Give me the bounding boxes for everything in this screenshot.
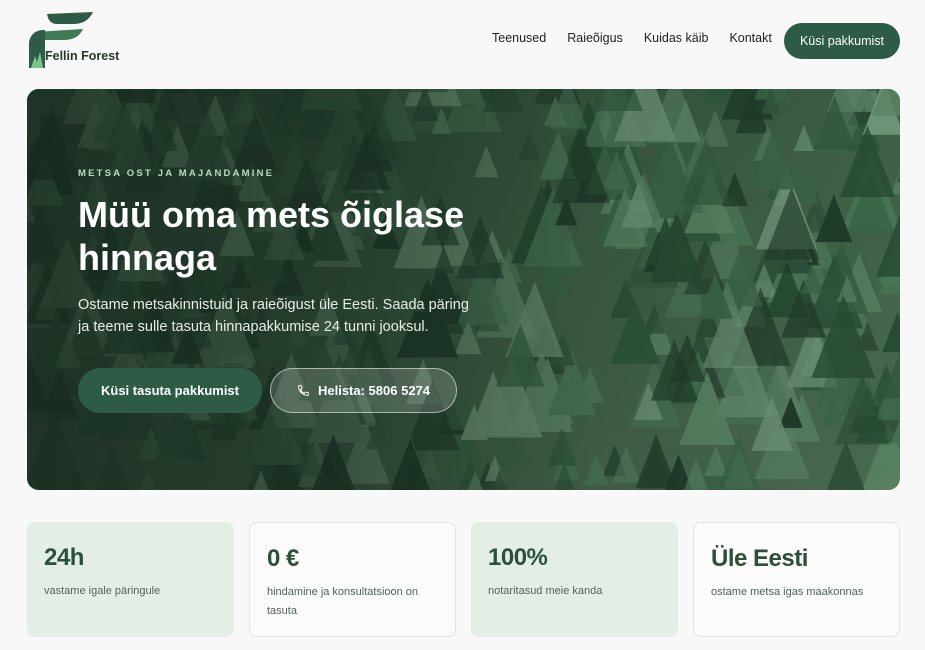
nav-item-kontakt[interactable]: Kontakt xyxy=(729,31,771,45)
hero-title: Müü oma mets õiglase hinnaga xyxy=(78,194,465,278)
site-header: Fellin Forest Teenused Raieõigus Kuidas … xyxy=(0,0,925,88)
nav-item-teenused[interactable]: Teenused xyxy=(492,31,546,45)
stat-label: ostame metsa igas maakonnas xyxy=(711,586,864,598)
stat-card-free: 0 € hindamine ja konsultatsioon on tasut… xyxy=(249,522,456,637)
stat-value: 100% xyxy=(488,544,548,571)
hero-overlay xyxy=(27,89,900,490)
nav-item-raieoigus[interactable]: Raieõigus xyxy=(567,31,623,45)
stat-value: Üle Eesti xyxy=(711,545,808,572)
hero-subtitle: Ostame metsakinnistuid ja raieõigust üle… xyxy=(78,297,469,335)
logo-mark-icon: Fellin Forest xyxy=(29,12,120,68)
stat-label: vastame igale päringule xyxy=(44,585,161,597)
hero-eyebrow: METSA OST JA MAJANDAMINE xyxy=(78,168,275,179)
stat-value: 0 € xyxy=(267,545,299,572)
stat-card-notary: 100% notaritasud meie kanda xyxy=(471,522,678,637)
request-offer-button[interactable]: Küsi pakkumist xyxy=(784,23,900,59)
main-nav: Teenused Raieõigus Kuidas käib Kontakt xyxy=(492,31,793,45)
stats-row: 24h vastame igale päringule 0 € hindamin… xyxy=(27,522,900,637)
stat-label: hindamine ja konsultatsioon on tasuta xyxy=(267,586,419,617)
stat-card-coverage: Üle Eesti ostame metsa igas maakonnas xyxy=(693,522,900,637)
nav-item-kuidas-kaib[interactable]: Kuidas käib xyxy=(644,31,709,45)
phone-icon xyxy=(298,385,309,396)
brand-logo[interactable]: Fellin Forest xyxy=(27,12,137,70)
call-button[interactable]: Helista: 5806 5274 xyxy=(270,368,457,413)
free-offer-button[interactable]: Küsi tasuta pakkumist xyxy=(78,368,262,413)
stat-card-response: 24h vastame igale päringule xyxy=(27,522,234,637)
svg-text:Fellin Forest: Fellin Forest xyxy=(45,49,120,63)
stat-label: notaritasud meie kanda xyxy=(488,585,603,597)
hero-section: METSA OST JA MAJANDAMINE Müü oma mets õi… xyxy=(27,89,900,490)
call-button-label: Helista: 5806 5274 xyxy=(317,383,431,398)
stat-value: 24h xyxy=(44,544,84,571)
